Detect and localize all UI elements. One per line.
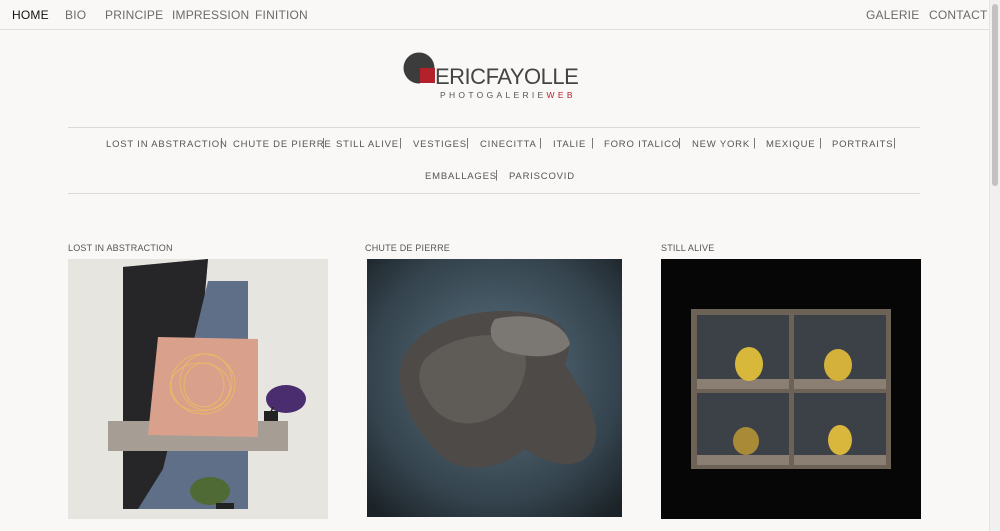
menu-separator: | (220, 137, 223, 149)
menu-top-divider (68, 127, 920, 128)
nav-finition-link[interactable]: FINITION (255, 8, 308, 22)
gallery-link-cinecitta[interactable]: CINECITTA (480, 139, 537, 150)
page-scrollbar[interactable] (989, 0, 1000, 531)
nav-impression-link[interactable]: IMPRESSION (172, 8, 249, 22)
quinces-box-image (661, 259, 921, 519)
card-image-lost-in-abstraction[interactable] (68, 259, 328, 519)
logo-subtitle-main: PHOTOGALERIE (440, 90, 547, 100)
nav-principe-link[interactable]: PRINCIPE (105, 8, 163, 22)
floating-stone-image (367, 259, 622, 517)
nav-galerie-link[interactable]: GALERIE (866, 8, 919, 22)
gallery-link-vestiges[interactable]: VESTIGES (413, 139, 467, 150)
menu-bottom-divider (68, 193, 920, 194)
gallery-link-still-alive[interactable]: STILL ALIVE (336, 139, 399, 150)
card-title[interactable]: CHUTE DE PIERRE (365, 243, 625, 259)
top-navigation-bar: HOME BIO PRINCIPE IMPRESSION FINITION GA… (0, 0, 990, 30)
gallery-link-new-york[interactable]: NEW YORK (692, 139, 750, 150)
logo-name-first: ERIC (435, 64, 486, 89)
menu-separator: | (591, 137, 594, 149)
gallery-link-lost-in-abstraction[interactable]: LOST IN ABSTRACTION (106, 139, 228, 150)
abstract-collage-image (68, 259, 328, 519)
menu-separator: | (399, 137, 402, 149)
card-image-still-alive[interactable] (661, 259, 921, 519)
nav-home-link[interactable]: HOME (12, 8, 49, 22)
menu-separator: | (753, 137, 756, 149)
menu-separator: | (819, 137, 822, 149)
card-title[interactable]: STILL ALIVE (661, 243, 921, 259)
menu-separator: | (893, 137, 896, 149)
card-title[interactable]: LOST IN ABSTRACTION (68, 243, 328, 259)
site-logo[interactable]: ERICFAYOLLE PHOTOGALERIEWEB (403, 52, 593, 102)
logo-subtitle-accent: WEB (546, 90, 576, 100)
menu-separator: | (322, 137, 325, 149)
nav-contact-link[interactable]: CONTACT (929, 8, 988, 22)
menu-separator: | (495, 169, 498, 181)
menu-separator: | (466, 137, 469, 149)
gallery-card-lost-in-abstraction[interactable]: LOST IN ABSTRACTION (68, 243, 328, 519)
nav-bio-link[interactable]: BIO (65, 8, 86, 22)
gallery-link-foro-italico[interactable]: FORO ITALICO (604, 139, 680, 150)
logo-name: ERICFAYOLLE (435, 64, 579, 90)
gallery-card-still-alive[interactable]: STILL ALIVE (661, 243, 921, 519)
gallery-link-emballages[interactable]: EMBALLAGES (425, 171, 497, 182)
card-image-chute-de-pierre[interactable] (365, 259, 625, 519)
gallery-card-chute-de-pierre[interactable]: CHUTE DE PIERRE (365, 243, 625, 519)
logo-mark-icon (403, 52, 436, 85)
logo-name-last: FAYOLLE (485, 64, 579, 89)
gallery-link-italie[interactable]: ITALIE (553, 139, 586, 150)
gallery-link-mexique[interactable]: MEXIQUE (766, 139, 815, 150)
menu-separator: | (678, 137, 681, 149)
gallery-link-chute-de-pierre[interactable]: CHUTE DE PIERRE (233, 139, 332, 150)
logo-subtitle: PHOTOGALERIEWEB (440, 90, 576, 100)
scrollbar-thumb[interactable] (992, 4, 998, 186)
gallery-link-pariscovid[interactable]: PARISCOVID (509, 171, 575, 182)
menu-separator: | (539, 137, 542, 149)
gallery-link-portraits[interactable]: PORTRAITS (832, 139, 893, 150)
